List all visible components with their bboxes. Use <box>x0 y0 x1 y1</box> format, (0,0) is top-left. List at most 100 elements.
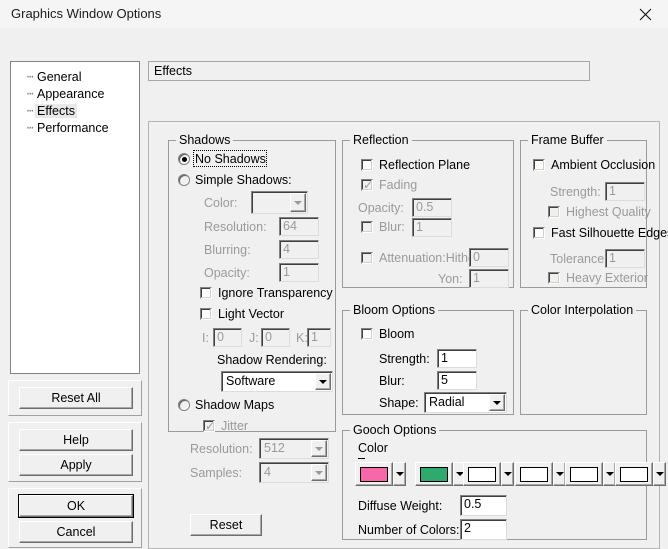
chevron-down-icon <box>311 440 327 457</box>
light-vector-i-field[interactable]: 0 <box>213 328 242 347</box>
bloom-blur-field[interactable]: 5 <box>437 371 477 390</box>
shadow-opacity-field[interactable]: 1 <box>279 263 319 282</box>
shadow-rendering-combo[interactable]: Software <box>221 371 333 392</box>
reset-all-group: Reset All <box>8 380 142 416</box>
shadow-rendering-label: Shadow Rendering: <box>217 353 327 367</box>
chevron-down-icon[interactable] <box>393 462 406 486</box>
reset-all-button[interactable]: Reset All <box>19 387 133 409</box>
check-icon: ✓ <box>363 178 374 192</box>
fading-checkbox[interactable]: ✓ <box>361 179 373 191</box>
shadow-resolution-label: Resolution: <box>204 220 267 234</box>
chevron-down-icon <box>489 394 505 411</box>
bloom-options-group: Bloom Options Bloom Strength: 1 Blur: 5 … <box>342 304 514 415</box>
ao-strength-field[interactable]: 1 <box>605 182 645 201</box>
shadow-color-combo[interactable] <box>251 191 308 214</box>
help-button[interactable]: Help <box>19 429 133 451</box>
shadow-maps-radio[interactable] <box>178 399 190 411</box>
attenuation-hither-field[interactable]: 0 <box>469 248 509 267</box>
cancel-button[interactable]: Cancel <box>19 521 133 543</box>
gooch-color-button-6[interactable] <box>615 462 666 486</box>
shadow-color-label: Color: <box>204 196 238 210</box>
jitter-checkbox[interactable]: ✓ <box>203 420 215 432</box>
tree-item-label: General <box>37 69 82 84</box>
light-vector-checkbox[interactable] <box>200 308 212 320</box>
diffuse-weight-label: Diffuse Weight: <box>358 499 443 513</box>
shadow-map-resolution-label: Resolution: <box>190 442 253 456</box>
jitter-label: Jitter <box>221 419 249 433</box>
reflection-blur-field[interactable]: 1 <box>412 218 452 237</box>
frame-buffer-group-title: Frame Buffer <box>528 134 607 147</box>
reflection-opacity-label: Opacity: <box>358 201 404 215</box>
ok-button[interactable]: OK <box>18 494 134 518</box>
bloom-shape-combo[interactable]: Radial <box>424 392 507 413</box>
shadow-resolution-field[interactable]: 64 <box>279 217 319 236</box>
bloom-shape-label: Shape: <box>379 396 419 410</box>
reflection-group: Reflection Reflection Plane ✓ Fading Opa… <box>342 134 514 288</box>
no-shadows-radio[interactable] <box>178 153 190 165</box>
light-vector-label: Light Vector <box>218 307 285 321</box>
highest-quality-checkbox[interactable] <box>548 206 560 218</box>
attenuation-checkbox[interactable] <box>361 252 373 264</box>
fast-silhouette-edges-checkbox[interactable] <box>533 227 545 239</box>
color-swatch <box>520 466 548 482</box>
shadows-reset-button[interactable]: Reset <box>190 514 262 536</box>
tree-branch-icon: ⋯ <box>26 70 34 83</box>
gooch-color-label: Color <box>358 441 388 455</box>
navigation-tree[interactable]: ⋯ General ⋯ Appearance ⋯ Effects ⋯ Perfo… <box>10 61 140 374</box>
shadows-group: Shadows No Shadows Simple Shadows: Color… <box>168 134 336 432</box>
color-swatch-container <box>355 462 393 486</box>
light-vector-k-field[interactable]: 1 <box>307 328 331 347</box>
color-interpolation-group: Color Interpolation <box>520 304 647 415</box>
title-bar: Graphics Window Options <box>0 0 668 28</box>
ambient-occlusion-label: Ambient Occlusion <box>551 158 656 172</box>
light-vector-j-field[interactable]: 0 <box>261 328 290 347</box>
tree-item-performance[interactable]: ⋯ Performance <box>11 119 111 136</box>
silhouette-tolerance-label: Tolerance: <box>550 252 608 266</box>
shadow-blurring-field[interactable]: 4 <box>279 240 319 259</box>
bloom-label: Bloom <box>379 327 415 341</box>
chevron-down-icon[interactable] <box>653 462 666 486</box>
close-button[interactable] <box>622 0 668 28</box>
diffuse-weight-field[interactable]: 0.5 <box>460 495 507 516</box>
silhouette-tolerance-field[interactable]: 1 <box>605 249 645 268</box>
gooch-color-button-2[interactable] <box>415 462 466 486</box>
gooch-color-button-4[interactable] <box>515 462 566 486</box>
reflection-group-title: Reflection <box>350 134 412 147</box>
reflection-plane-label: Reflection Plane <box>379 158 471 172</box>
shadow-blurring-label: Blurring: <box>204 243 251 257</box>
dialog-body: ⋯ General ⋯ Appearance ⋯ Effects ⋯ Perfo… <box>0 28 668 549</box>
number-of-colors-label: Number of Colors: <box>358 523 460 537</box>
simple-shadows-radio[interactable] <box>178 174 190 186</box>
reflection-plane-checkbox[interactable] <box>361 159 373 171</box>
chevron-down-icon[interactable] <box>501 462 514 486</box>
shadow-map-samples-label: Samples: <box>190 466 243 480</box>
apply-button[interactable]: Apply <box>19 454 133 476</box>
bloom-shape-value: Radial <box>429 395 465 409</box>
reflection-blur-checkbox[interactable] <box>361 221 373 233</box>
tree-item-label: Effects <box>35 103 77 118</box>
tree-item-general[interactable]: ⋯ General <box>11 68 83 85</box>
light-vector-i-label: I: <box>202 331 209 345</box>
gooch-color-button-5[interactable] <box>565 462 616 486</box>
check-icon: ✓ <box>205 419 216 433</box>
shadow-map-resolution-value: 512 <box>264 441 285 455</box>
attenuation-yon-field[interactable]: 1 <box>469 269 509 288</box>
shadow-map-resolution-combo[interactable]: 512 <box>259 438 329 459</box>
reflection-opacity-field[interactable]: 0.5 <box>412 198 452 217</box>
gooch-color-button-1[interactable] <box>355 462 406 486</box>
shadow-map-samples-value: 4 <box>264 465 271 479</box>
color-swatch-container <box>463 462 501 486</box>
gooch-color-button-3[interactable] <box>463 462 514 486</box>
tree-item-appearance[interactable]: ⋯ Appearance <box>11 85 106 102</box>
close-icon <box>639 8 651 20</box>
fading-label: Fading <box>379 178 418 192</box>
bloom-checkbox[interactable] <box>361 328 373 340</box>
heavy-exterior-checkbox[interactable] <box>548 272 560 284</box>
shadow-map-samples-combo[interactable]: 4 <box>259 462 329 483</box>
attenuation-hither-label: Attenuation:Hither: <box>379 251 483 265</box>
tree-item-effects[interactable]: ⋯ Effects <box>11 102 77 119</box>
fast-silhouette-edges-label: Fast Silhouette Edges <box>551 226 668 240</box>
bloom-strength-field[interactable]: 1 <box>437 349 477 368</box>
ambient-occlusion-checkbox[interactable] <box>533 159 545 171</box>
ignore-transparency-checkbox[interactable] <box>200 287 212 299</box>
